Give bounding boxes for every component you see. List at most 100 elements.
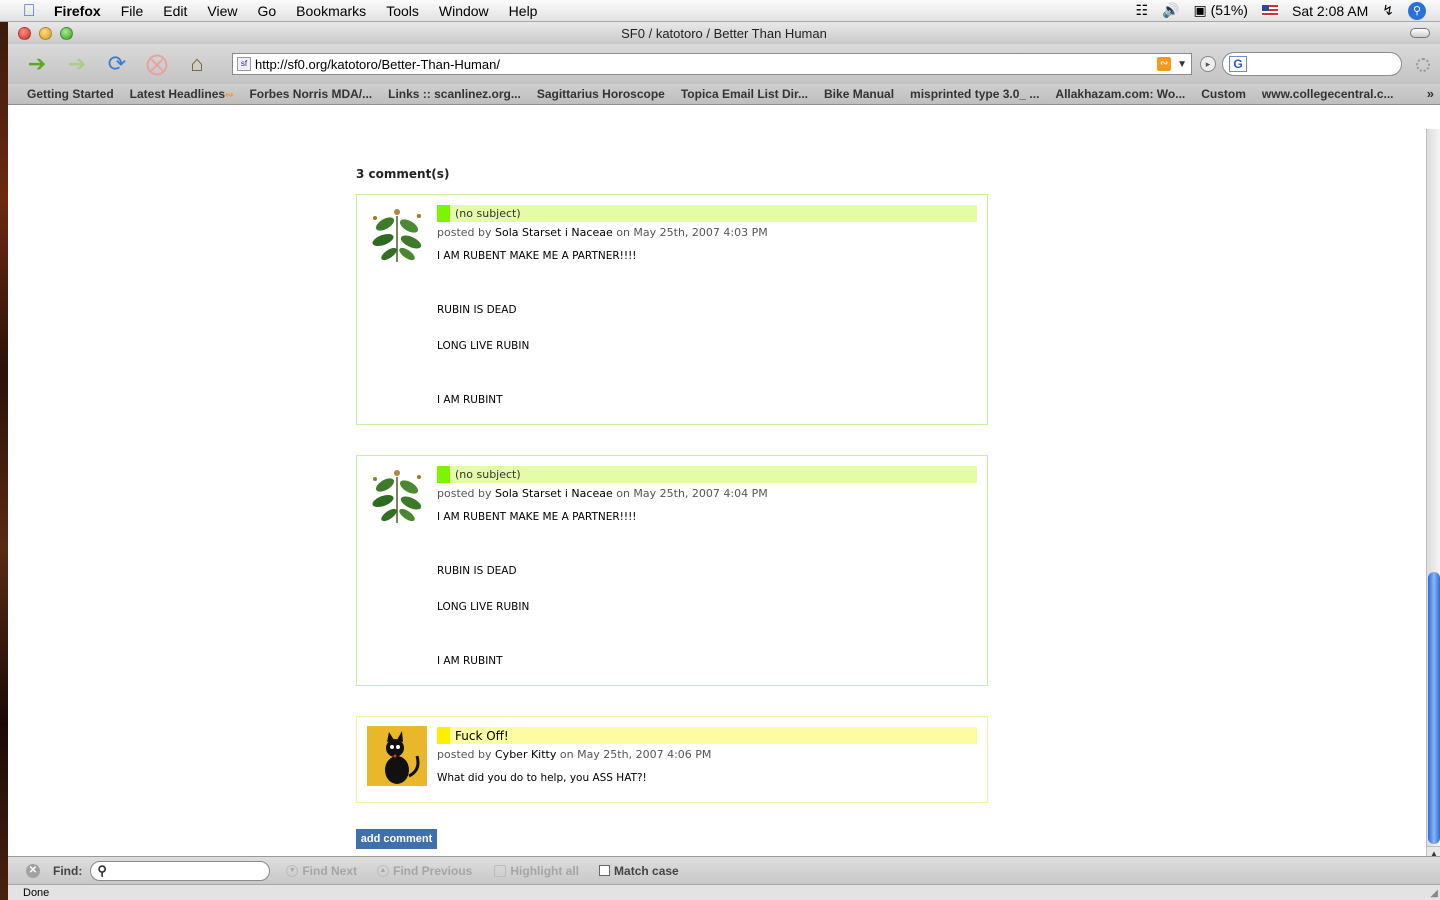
menu-file[interactable]: File <box>121 3 144 19</box>
scrollbar-thumb[interactable] <box>1428 572 1440 844</box>
match-case-checkbox[interactable]: Match case <box>599 864 679 878</box>
spotlight-icon[interactable]: ⚲ <box>1408 1 1426 20</box>
subject-color-swatch <box>437 727 450 744</box>
plant-avatar[interactable] <box>367 465 427 525</box>
comment-subject: (no subject) <box>455 468 521 481</box>
battery-icon: ▣ <box>1193 2 1207 18</box>
menu-view[interactable]: View <box>207 3 237 19</box>
comment-body: I AM RUBENT MAKE ME A PARTNER!!!! RUBIN … <box>437 508 957 670</box>
menu-edit[interactable]: Edit <box>163 3 187 19</box>
home-button[interactable]: ⌂ <box>180 49 214 79</box>
bookmark-item[interactable]: Latest Headlines∾ <box>130 87 234 101</box>
find-next-label: Find Next <box>302 863 357 878</box>
comment: (no subject) posted by Sola Starset i Na… <box>356 194 988 425</box>
menu-go[interactable]: Go <box>257 3 276 19</box>
forward-button[interactable]: ➔ <box>60 49 94 79</box>
menu-window[interactable]: Window <box>439 3 489 19</box>
live-bookmark-icon: ∾ <box>225 90 234 101</box>
go-button[interactable]: ▸ <box>1200 56 1216 72</box>
browser-window: SF0 / katotoro / Better Than Human ➔ ➔ ⟳… <box>8 22 1440 900</box>
menubar:  Firefox File Edit View Go Bookmarks To… <box>0 0 1440 22</box>
comment-subject-bar: (no subject) <box>437 205 977 222</box>
window-title: SF0 / katotoro / Better Than Human <box>621 25 827 41</box>
rss-feed-icon[interactable]: ∾ <box>1157 57 1172 71</box>
find-previous-icon: ▲ <box>377 864 389 877</box>
navigation-toolbar: ➔ ➔ ⟳ ⨂ ⌂ sf http://sf0.org/katotoro/Bet… <box>8 44 1440 84</box>
menu-app[interactable]: Firefox <box>54 3 101 19</box>
find-bar: ✕ Find: ⚲ ▼ Find Next ▲ Find Previous Hi… <box>8 856 1440 884</box>
titlebar: SF0 / katotoro / Better Than Human <box>8 22 1440 44</box>
zoom-window-button[interactable] <box>60 26 73 40</box>
resize-grip-icon[interactable]: ◢ <box>1430 888 1438 899</box>
find-input[interactable]: ⚲ <box>90 860 271 881</box>
bookmark-item[interactable]: Forbes Norris MDA/... <box>249 87 372 101</box>
find-next-icon: ▼ <box>286 864 299 877</box>
wifi-icon[interactable]: ☷ <box>1136 2 1149 19</box>
bookmark-item[interactable]: Custom <box>1201 87 1246 101</box>
menu-help[interactable]: Help <box>509 3 538 19</box>
magnifier-icon: ⚲ <box>97 862 107 878</box>
reload-button[interactable]: ⟳ <box>100 49 134 79</box>
comment-meta: posted by Sola Starset i Naceae on May 2… <box>437 226 768 239</box>
comments-count: 3 comment(s) <box>356 167 450 181</box>
bookmark-item[interactable]: Getting Started <box>27 87 114 101</box>
add-comment-button[interactable]: add comment <box>356 829 437 849</box>
bookmark-item[interactable]: Links :: scanlinez.org... <box>388 87 521 101</box>
menu-tools[interactable]: Tools <box>386 3 419 19</box>
bookmark-item[interactable]: www.collegecentral.c... <box>1262 87 1394 101</box>
bookmark-item[interactable]: Topica Email List Dir... <box>681 87 808 101</box>
comment-meta: posted by Cyber Kitty on May 25th, 2007 … <box>437 748 711 761</box>
url-bar[interactable]: sf http://sf0.org/katotoro/Better-Than-H… <box>232 53 1192 75</box>
comment: Fuck Off! posted by Cyber Kitty on May 2… <box>356 716 988 803</box>
comment-line: What did you do to help, you ASS HAT?! <box>437 772 647 784</box>
timemachine-icon[interactable]: ↯ <box>1382 2 1394 19</box>
toolbar-toggle-button[interactable] <box>1410 28 1430 38</box>
plant-avatar[interactable] <box>367 204 427 264</box>
comment-subject: (no subject) <box>455 207 521 220</box>
find-previous-button[interactable]: ▲ Find Previous <box>377 864 472 878</box>
volume-icon[interactable]: 🔊 <box>1162 2 1179 19</box>
comment-line: I AM RUBENT MAKE ME A PARTNER!!!! <box>437 250 637 262</box>
status-bar: Done ◢ <box>8 884 1440 900</box>
bookmark-item[interactable]: Sagittarius Horoscope <box>537 87 665 101</box>
vertical-scrollbar[interactable]: ▲ ▼ <box>1426 129 1440 876</box>
input-flag-icon[interactable] <box>1261 5 1278 16</box>
status-text: Done <box>23 886 50 899</box>
back-button[interactable]: ➔ <box>20 49 54 79</box>
comment-date: on May 25th, 2007 4:04 PM <box>616 487 768 500</box>
highlight-all-button[interactable]: Highlight all <box>494 864 579 878</box>
bookmark-item[interactable]: Allakhazam.com: Wo... <box>1055 87 1185 101</box>
bookmarks-overflow-icon[interactable]: » <box>1427 86 1434 101</box>
menu-bookmarks[interactable]: Bookmarks <box>296 3 366 19</box>
stop-button[interactable]: ⨂ <box>140 49 174 79</box>
comment-author-link[interactable]: Sola Starset i Naceae <box>495 226 613 239</box>
search-bar[interactable]: G <box>1222 52 1402 76</box>
highlight-icon <box>494 864 507 877</box>
activity-throbber-icon <box>1416 58 1430 72</box>
comment-author-link[interactable]: Cyber Kitty <box>495 748 556 761</box>
menubar-status-area: ☷ 🔊 ▣ (51%) Sat 2:08 AM ↯ ⚲ <box>1136 1 1426 20</box>
comment-line: LONG LIVE RUBIN <box>437 601 530 613</box>
close-window-button[interactable] <box>18 26 31 40</box>
google-engine-icon[interactable]: G <box>1229 56 1247 72</box>
battery-status[interactable]: ▣ (51%) <box>1194 2 1248 19</box>
posted-by-label: posted by <box>437 487 492 500</box>
comment-author-link[interactable]: Sola Starset i Naceae <box>495 487 613 500</box>
comment-date: on May 25th, 2007 4:06 PM <box>559 748 712 761</box>
menubar-clock[interactable]: Sat 2:08 AM <box>1292 3 1368 19</box>
find-next-button[interactable]: ▼ Find Next <box>286 864 357 878</box>
comment-subject: Fuck Off! <box>455 728 509 743</box>
minimize-window-button[interactable] <box>39 26 52 40</box>
cat-avatar[interactable] <box>367 726 427 786</box>
comment-meta: posted by Sola Starset i Naceae on May 2… <box>437 487 768 500</box>
url-text[interactable]: http://sf0.org/katotoro/Better-Than-Huma… <box>255 57 500 72</box>
desktop-background <box>0 22 8 900</box>
bookmark-item[interactable]: Bike Manual <box>824 87 894 101</box>
match-case-label: Match case <box>614 863 679 878</box>
find-close-icon[interactable]: ✕ <box>26 863 40 878</box>
posted-by-label: posted by <box>437 748 492 761</box>
comment-body: What did you do to help, you ASS HAT?! <box>437 769 957 787</box>
bookmark-item[interactable]: misprinted type 3.0_ ... <box>910 87 1039 101</box>
apple-icon[interactable]:  <box>18 1 40 21</box>
url-dropdown-icon[interactable]: ▼ <box>1177 59 1187 70</box>
